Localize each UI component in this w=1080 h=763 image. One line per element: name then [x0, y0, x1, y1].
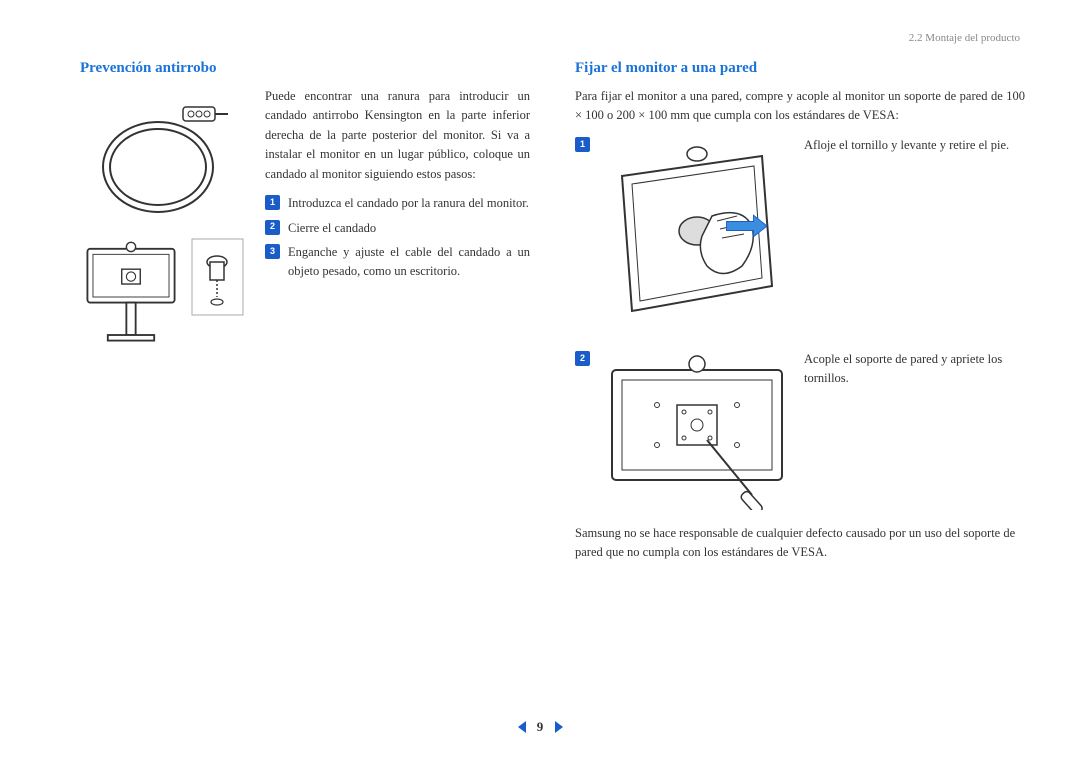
disclaimer-text: Samsung no se hace responsable de cualqu…: [575, 524, 1025, 563]
monitor-stand-illustration: [80, 237, 182, 357]
left-column: Prevención antirrobo: [80, 60, 530, 563]
right-step-1-text: Afloje el tornillo y levante y retire el…: [804, 136, 1025, 155]
step-badge-1: 1: [265, 195, 280, 210]
right-heading: Fijar el monitor a una pared: [575, 60, 1025, 77]
left-step-1-text: Introduzca el candado por la ranura del …: [288, 194, 530, 213]
left-step-2: 2 Cierre el candado: [265, 219, 530, 238]
kensington-cable-illustration: [80, 87, 245, 227]
left-step-2-text: Cierre el candado: [288, 219, 530, 238]
right-column: Fijar el monitor a una pared Para fijar …: [575, 60, 1025, 563]
page-number: 9: [537, 719, 544, 734]
right-intro: Para fijar el monitor a una pared, compr…: [575, 87, 1025, 126]
left-step-3-text: Enganche y ajuste el cable del candado a…: [288, 243, 530, 281]
next-page-arrow-icon[interactable]: [555, 721, 563, 733]
step-badge-2: 2: [265, 220, 280, 235]
left-heading: Prevención antirrobo: [80, 60, 530, 77]
remove-stand-illustration: [602, 136, 792, 336]
wall-mount-illustration: [602, 350, 792, 510]
lock-detail-illustration: [190, 237, 245, 317]
right-step-1: 1 Afloje el tornillo y levante y retire …: [575, 136, 1025, 336]
prev-page-arrow-icon[interactable]: [518, 721, 526, 733]
right-step-2: 2: [575, 350, 1025, 510]
header-breadcrumb: 2.2 Montaje del producto: [909, 32, 1020, 44]
left-step-3: 3 Enganche y ajuste el cable del candado…: [265, 243, 530, 281]
right-step-2-text: Acople el soporte de pared y apriete los…: [804, 350, 1025, 388]
step-badge-2: 2: [575, 351, 590, 366]
left-intro: Puede encontrar una ranura para introduc…: [265, 87, 530, 184]
left-step-list: 1 Introduzca el candado por la ranura de…: [265, 194, 530, 281]
page-footer: 9: [0, 718, 1080, 735]
step-badge-1: 1: [575, 137, 590, 152]
left-illustrations: [80, 87, 245, 357]
left-step-1: 1 Introduzca el candado por la ranura de…: [265, 194, 530, 213]
step-badge-3: 3: [265, 244, 280, 259]
page-content: Prevención antirrobo: [0, 0, 1080, 563]
left-text-block: Puede encontrar una ranura para introduc…: [265, 87, 530, 357]
